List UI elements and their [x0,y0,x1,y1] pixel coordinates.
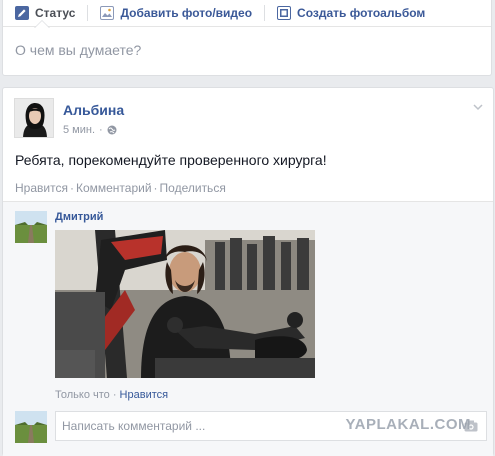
avatar-image [15,99,53,137]
avatar[interactable] [14,98,54,138]
post-timestamp[interactable]: 5 мин. · [63,124,117,136]
like-link[interactable]: Нравится [15,181,68,195]
dot-separator: · [153,181,158,195]
comment-meta: Только что · Нравится [55,389,168,401]
commenter-avatar[interactable] [15,211,47,243]
tab-create-album[interactable]: Создать фотоальбом [277,0,425,27]
comment-time[interactable]: Только что [55,389,110,401]
avatar-image [15,211,47,243]
avatar-image [15,411,47,443]
dot-separator: · [69,181,74,195]
comment-link[interactable]: Комментарий [76,181,152,195]
share-link[interactable]: Поделиться [160,181,226,195]
tab-status-label: Статус [35,6,76,20]
comment-author[interactable]: Дмитрий [55,211,103,223]
photo-icon [100,6,115,20]
comment-input-placeholder: Написать комментарий ... [62,419,206,433]
dot-separator: · [109,389,120,401]
tab-divider [264,5,266,21]
tab-add-photo-video[interactable]: Добавить фото/видео [100,0,252,27]
feed-post: Альбина 5 мин. · Ребята, порекомендуйте … [2,87,494,456]
post-text: Ребята, порекомендуйте проверенного хиру… [15,152,327,168]
chevron-down-icon[interactable] [473,102,483,112]
tab-status[interactable]: Статус [15,0,76,28]
globe-icon [107,125,117,135]
comment-like-link[interactable]: Нравится [120,389,169,401]
album-icon [277,6,292,20]
post-actions: Нравится · Комментарий · Поделиться [15,181,226,195]
composer-tabs: Статус Добавить фото/видео Создать фотоа… [3,0,491,28]
status-input[interactable]: О чем вы думаете? [3,27,491,73]
dot-separator: · [99,124,103,136]
status-composer: Статус Добавить фото/видео Создать фотоа… [2,0,492,76]
comment-photo[interactable] [55,230,315,378]
post-author[interactable]: Альбина [63,102,124,118]
my-avatar[interactable] [15,411,47,443]
tab-divider [87,5,89,21]
tab-create-album-label: Создать фотоальбом [297,6,426,20]
photo-image [55,230,315,378]
tab-add-photo-video-label: Добавить фото/видео [120,6,253,20]
post-time-text: 5 мин. [63,124,96,136]
watermark: YAPLAKAL.COM [345,416,471,433]
pencil-icon [15,6,29,20]
